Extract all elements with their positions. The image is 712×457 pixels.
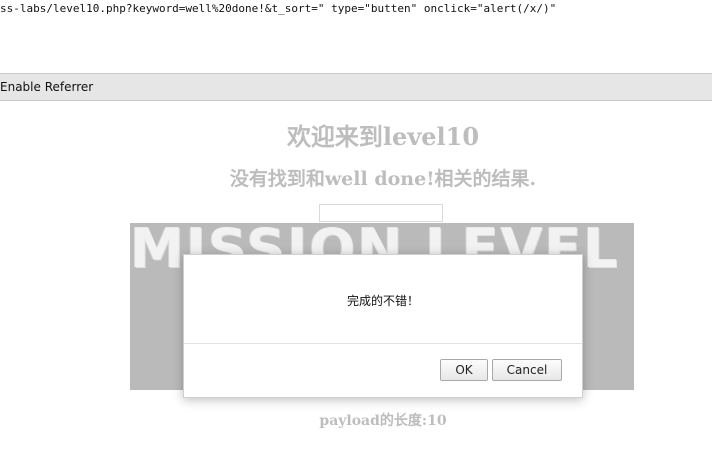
url-text[interactable]: ss-labs/level10.php?keyword=well%20done!… xyxy=(0,2,556,15)
page-title: 欢迎来到level10 xyxy=(286,122,480,151)
search-result-text: 没有找到和well done!相关的结果. xyxy=(229,168,537,190)
enable-referrer-button[interactable]: Enable Referrer xyxy=(0,74,101,100)
hackbar-toolbar: Enable Referrer xyxy=(0,73,712,101)
search-input[interactable] xyxy=(319,204,443,222)
ok-button[interactable]: OK xyxy=(440,359,488,381)
cancel-button[interactable]: Cancel xyxy=(492,359,562,381)
address-bar[interactable]: ss-labs/level10.php?keyword=well%20done!… xyxy=(0,0,712,72)
alert-dialog: 完成的不错！ OK Cancel xyxy=(183,254,583,398)
dialog-message: 完成的不错！ xyxy=(346,294,419,308)
payload-length-text: payload的长度:10 xyxy=(319,413,447,429)
dialog-divider xyxy=(184,343,582,344)
